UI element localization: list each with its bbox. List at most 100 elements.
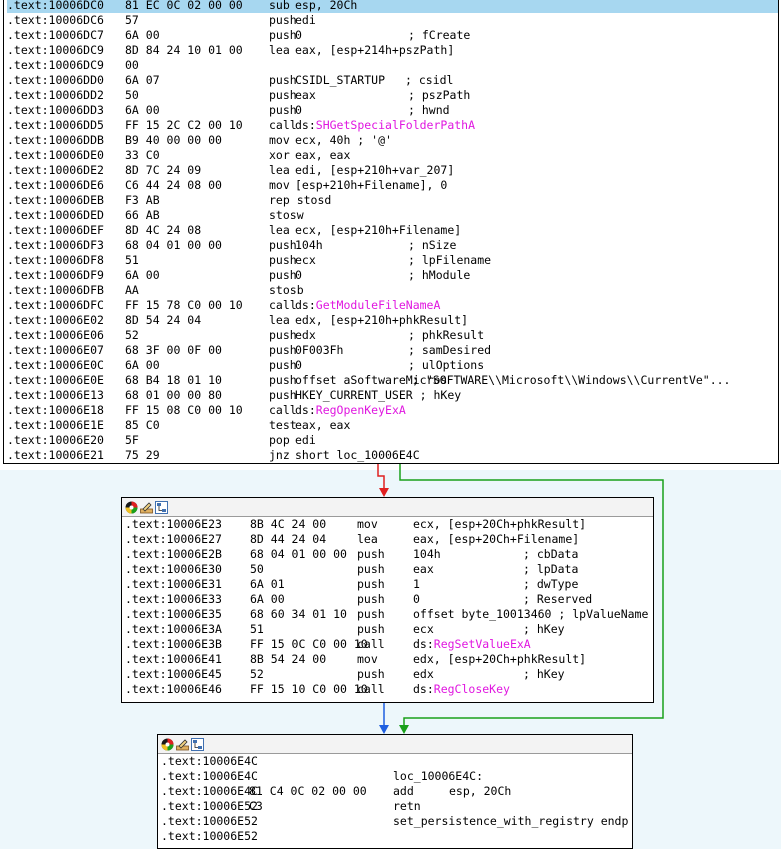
code-line[interactable]: .text:10006DDB B9 40 00 00 00 mov ecx, 40h … bbox=[7, 133, 778, 148]
code-line[interactable]: .text:10006E20 5F pop edi bbox=[7, 433, 778, 448]
code-line[interactable]: .text:10006DF9 6A 00 push 0 ; hModule bbox=[7, 268, 778, 283]
code-line[interactable]: .text:10006E4C bbox=[161, 754, 632, 769]
line-comment: ; phkResult bbox=[408, 328, 485, 342]
code-line[interactable]: .text:10006E07 68 3F 00 0F 00 push 0F003Fh;… bbox=[7, 343, 778, 358]
line-operands: eax, eax bbox=[295, 148, 351, 162]
code-block-epilogue[interactable]: .text:10006E4C .text:10006E4C loc_10006E4C… bbox=[157, 734, 633, 849]
edge-false-arrowhead bbox=[379, 488, 389, 497]
line-opcode-bytes: 51 bbox=[125, 253, 139, 267]
code-line[interactable]: .text:10006E3B FF 15 0C C0 00 10 call ds:Re… bbox=[125, 637, 653, 652]
code-line[interactable]: .text:10006E4C 81 C4 0C 02 00 00 add esp, 2… bbox=[161, 784, 632, 799]
line-address: .text:10006E45 bbox=[125, 667, 222, 681]
line-opcode-bytes: FF 15 08 C0 00 10 bbox=[125, 403, 243, 417]
line-mnemonic: loc_10006E4C: bbox=[393, 769, 484, 783]
graph-color-icon[interactable] bbox=[161, 738, 174, 751]
line-mnemonic: push bbox=[357, 622, 385, 636]
line-address: .text:10006E1E bbox=[7, 418, 104, 432]
rename-pencil-icon[interactable] bbox=[176, 738, 189, 751]
api-function-name[interactable]: RegOpenKeyExA bbox=[316, 403, 406, 417]
code-line[interactable]: .text:10006DE0 33 C0 xor eax, eax bbox=[7, 148, 778, 163]
code-line[interactable]: .text:10006E31 6A 01 push 1 ; dwType bbox=[125, 577, 653, 592]
code-line[interactable]: .text:10006E2B 68 04 01 00 00 push 104h ; cb… bbox=[125, 547, 653, 562]
code-line[interactable]: .text:10006DD0 6A 07 push CSIDL_STARTUP ; cs… bbox=[7, 73, 778, 88]
code-line[interactable]: .text:10006DE6 C6 44 24 08 00 mov [esp+210h… bbox=[7, 178, 778, 193]
code-line[interactable]: .text:10006E52 bbox=[161, 829, 632, 844]
graph-view-canvas[interactable]: .text:10006DC0 81 EC 0C 02 00 00 sub esp, 2… bbox=[0, 0, 781, 849]
code-line[interactable]: .text:10006E23 8B 4C 24 00 mov ecx, [esp+20… bbox=[125, 517, 653, 532]
line-opcode-bytes: 8D 7C 24 09 bbox=[125, 163, 202, 177]
code-line[interactable]: .text:10006E4C loc_10006E4C: bbox=[161, 769, 632, 784]
line-opcode-bytes: 50 bbox=[125, 88, 139, 102]
line-address: .text:10006DFB bbox=[7, 283, 104, 297]
line-mnemonic: push bbox=[269, 13, 297, 27]
api-function-name[interactable]: SHGetSpecialFolderPathA bbox=[316, 118, 475, 132]
code-line[interactable]: .text:10006E46 FF 15 10 C0 00 10 call ds:Re… bbox=[125, 682, 653, 697]
code-line[interactable]: .text:10006E52 C3 retn bbox=[161, 799, 632, 814]
api-function-name[interactable]: RegSetValueExA bbox=[434, 637, 531, 651]
line-opcode-bytes: 6A 00 bbox=[125, 28, 160, 42]
line-address: .text:10006E18 bbox=[7, 403, 104, 417]
line-mnemonic: stosw bbox=[269, 208, 304, 222]
code-line[interactable]: .text:10006E02 8D 54 24 04 lea edx, [esp+21… bbox=[7, 313, 778, 328]
line-address: .text:10006DEF bbox=[7, 223, 104, 237]
code-line[interactable]: .text:10006E35 68 60 34 01 10 push offset b… bbox=[125, 607, 653, 622]
code-line[interactable]: .text:10006E1E 85 C0 test eax, eax bbox=[7, 418, 778, 433]
code-line[interactable]: .text:10006DFB AA stosb bbox=[7, 283, 778, 298]
code-line[interactable]: .text:10006DEF 8D 4C 24 08 lea ecx, [esp+21… bbox=[7, 223, 778, 238]
line-opcode-bytes: 57 bbox=[125, 13, 139, 27]
api-function-name[interactable]: RegCloseKey bbox=[434, 682, 510, 696]
rename-pencil-icon[interactable] bbox=[140, 501, 153, 514]
code-line[interactable]: .text:10006E30 50 push eax ; lpData bbox=[125, 562, 653, 577]
line-opcode-bytes: 6A 01 bbox=[250, 577, 285, 591]
line-mnemonic: add bbox=[393, 784, 414, 798]
code-line[interactable]: .text:10006E18 FF 15 08 C0 00 10 call ds:Re… bbox=[7, 403, 778, 418]
code-line[interactable]: .text:10006DD2 50 push eax ; pszPath bbox=[7, 88, 778, 103]
line-address: .text:10006DF9 bbox=[7, 268, 104, 282]
line-mnemonic: push bbox=[269, 253, 297, 267]
code-line[interactable]: .text:10006E33 6A 00 push 0 ; Reserved bbox=[125, 592, 653, 607]
code-line[interactable]: .text:10006DD5 FF 15 2C C2 00 10 call ds:SH… bbox=[7, 118, 778, 133]
code-lines-b2: .text:10006E23 8B 4C 24 00 mov ecx, [esp+20… bbox=[122, 517, 653, 697]
code-line[interactable]: .text:10006E0E 68 B4 18 01 10 push offset a… bbox=[7, 373, 778, 388]
code-line[interactable]: .text:10006E41 8B 54 24 00 mov edx, [esp+20… bbox=[125, 652, 653, 667]
code-line[interactable]: .text:10006DEB F3 AB rep stosd bbox=[7, 193, 778, 208]
graph-color-icon[interactable] bbox=[125, 501, 138, 514]
code-line[interactable]: .text:10006DE2 8D 7C 24 09 lea edi, [esp+21… bbox=[7, 163, 778, 178]
line-operands: edx, [esp+20Ch+phkResult] bbox=[413, 652, 587, 666]
code-line[interactable]: .text:10006DC0 81 EC 0C 02 00 00 sub esp, 2… bbox=[7, 0, 778, 13]
code-line[interactable]: .text:10006DFC FF 15 78 C0 00 10 call ds:Ge… bbox=[7, 298, 778, 313]
code-line[interactable]: .text:10006DC9 8D 84 24 10 01 00 lea eax, [… bbox=[7, 43, 778, 58]
line-opcode-bytes: FF 15 10 C0 00 10 bbox=[250, 682, 368, 696]
line-comment: ; lpFilename bbox=[408, 253, 492, 267]
graph-flowchart-icon[interactable] bbox=[191, 737, 204, 751]
code-line[interactable]: .text:10006E52 set_persistence_with_regis… bbox=[161, 814, 632, 829]
code-line[interactable]: .text:10006DED 66 AB stosw bbox=[7, 208, 778, 223]
code-line[interactable]: .text:10006E21 75 29 jnz short loc_10006E4C bbox=[7, 448, 778, 463]
line-address: .text:10006E31 bbox=[125, 577, 222, 591]
code-block-regsetvalue[interactable]: .text:10006E23 8B 4C 24 00 mov ecx, [esp+20… bbox=[121, 497, 654, 703]
line-opcode-bytes: FF 15 0C C0 00 10 bbox=[250, 637, 368, 651]
line-address: .text:10006DC9 bbox=[7, 43, 104, 57]
api-function-name[interactable]: GetModuleFileNameA bbox=[316, 298, 441, 312]
code-line[interactable]: .text:10006E3A 51 push ecx ; hKey bbox=[125, 622, 653, 637]
line-opcode-bytes: 68 60 34 01 10 bbox=[250, 607, 347, 621]
code-line[interactable]: .text:10006DD3 6A 00 push 0 ; hwnd bbox=[7, 103, 778, 118]
code-line[interactable]: .text:10006DF8 51 push ecx ; lpFilename bbox=[7, 253, 778, 268]
code-line[interactable]: .text:10006E0C 6A 00 push 0 ; ulOptions bbox=[7, 358, 778, 373]
graph-flowchart-icon[interactable] bbox=[155, 500, 168, 514]
line-address: .text:10006E06 bbox=[7, 328, 104, 342]
line-mnemonic: test bbox=[269, 418, 297, 432]
code-line[interactable]: .text:10006E06 52 push edx ; phkResult bbox=[7, 328, 778, 343]
code-line[interactable]: .text:10006DF3 68 04 01 00 00 push 104h ; nS… bbox=[7, 238, 778, 253]
code-line[interactable]: .text:10006DC9 00 bbox=[7, 58, 778, 73]
code-line[interactable]: .text:10006DC7 6A 00 push 0 ; fCreate bbox=[7, 28, 778, 43]
line-address: .text:10006E52 bbox=[161, 829, 258, 843]
code-block-main[interactable]: .text:10006DC0 81 EC 0C 02 00 00 sub esp, 2… bbox=[3, 0, 779, 464]
code-line[interactable]: .text:10006E45 52 push edx ; hKey bbox=[125, 667, 653, 682]
line-mnemonic: call bbox=[357, 682, 385, 696]
line-mnemonic: mov bbox=[357, 517, 378, 531]
code-line[interactable]: .text:10006E13 68 01 00 00 80 push HKEY_CUR… bbox=[7, 388, 778, 403]
code-line[interactable]: .text:10006DC6 57 push edi bbox=[7, 13, 778, 28]
line-address: .text:10006DD2 bbox=[7, 88, 104, 102]
code-line[interactable]: .text:10006E27 8D 44 24 04 lea eax, [esp+20… bbox=[125, 532, 653, 547]
